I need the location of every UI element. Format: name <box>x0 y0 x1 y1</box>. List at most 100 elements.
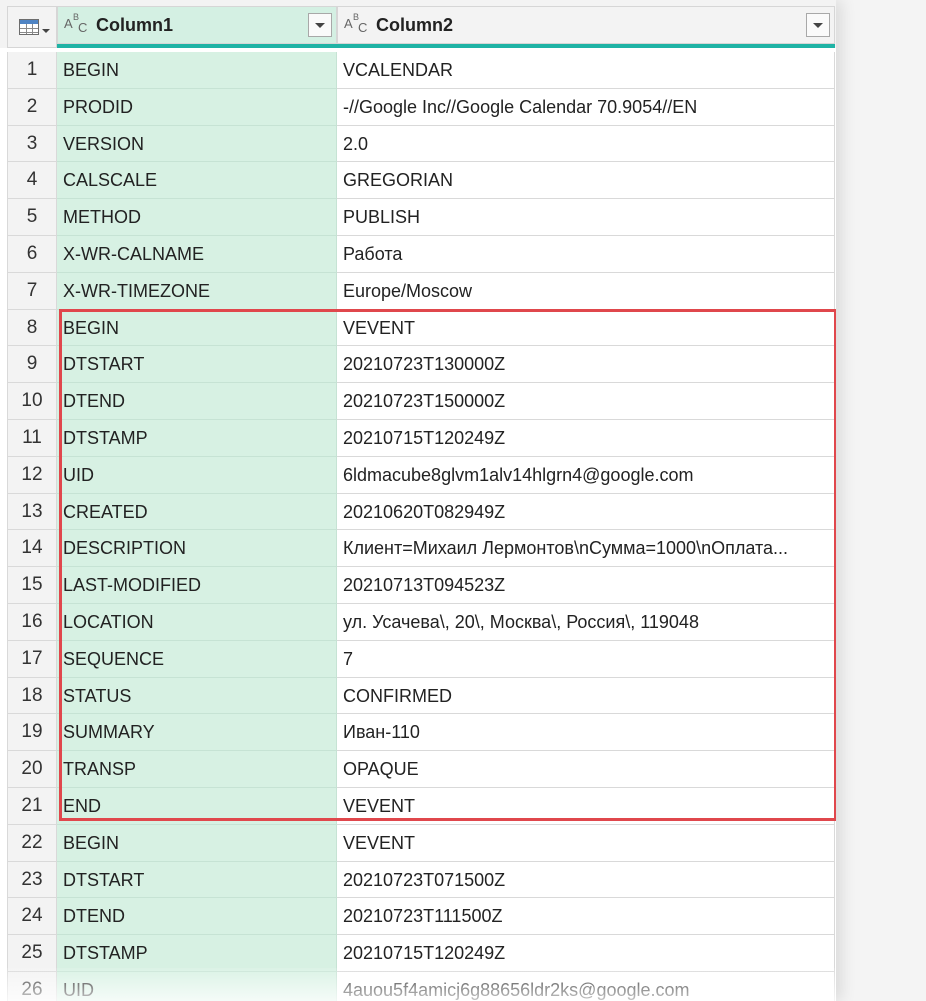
cell-column1[interactable]: STATUS <box>57 677 337 715</box>
cell-column1[interactable]: BEGIN <box>57 52 337 89</box>
table-row[interactable]: 20 TRANSP OPAQUE <box>0 751 836 788</box>
cell-column2[interactable]: 20210715T120249Z <box>337 419 835 457</box>
table-row[interactable]: 16 LOCATION ул. Усачева\, 20\, Москва\, Ро… <box>0 603 836 641</box>
row-number[interactable]: 13 <box>7 493 57 531</box>
row-number[interactable]: 2 <box>7 88 57 126</box>
row-number[interactable]: 3 <box>7 125 57 163</box>
table-row[interactable]: 4 CALSCALE GREGORIAN <box>0 162 836 200</box>
table-row[interactable]: 26 UID 4auou5f4amicj6g88656ldr2ks@google.c… <box>0 971 836 1001</box>
cell-column2[interactable]: -//Google Inc//Google Calendar 70.9054//… <box>337 88 835 126</box>
row-number[interactable]: 10 <box>7 383 57 420</box>
cell-column2[interactable]: 20210620T082949Z <box>337 493 835 531</box>
cell-column1[interactable]: X-WR-CALNAME <box>57 235 337 273</box>
row-number[interactable]: 11 <box>7 419 57 457</box>
row-number[interactable]: 21 <box>7 787 57 825</box>
table-row[interactable]: 11 DTSTAMP 20210715T120249Z <box>0 419 836 457</box>
table-row[interactable]: 18 STATUS CONFIRMED <box>0 677 836 715</box>
cell-column2[interactable]: PUBLISH <box>337 199 835 236</box>
cell-column1[interactable]: SUMMARY <box>57 714 337 752</box>
cell-column1[interactable]: DTSTART <box>57 346 337 384</box>
cell-column2[interactable]: VCALENDAR <box>337 52 835 89</box>
cell-column1[interactable]: DESCRIPTION <box>57 530 337 568</box>
cell-column2[interactable]: 2.0 <box>337 125 835 163</box>
cell-column1[interactable]: BEGIN <box>57 824 337 862</box>
cell-column1[interactable]: BEGIN <box>57 309 337 347</box>
cell-column2[interactable]: VEVENT <box>337 787 835 825</box>
cell-column1[interactable]: METHOD <box>57 199 337 236</box>
row-number[interactable]: 19 <box>7 714 57 752</box>
cell-column2[interactable]: OPAQUE <box>337 751 835 788</box>
table-row[interactable]: 2 PRODID -//Google Inc//Google Calendar 70… <box>0 88 836 126</box>
cell-column2[interactable]: VEVENT <box>337 309 835 347</box>
row-number[interactable]: 26 <box>7 971 57 1001</box>
table-options-button[interactable] <box>7 6 57 48</box>
row-number[interactable]: 6 <box>7 235 57 273</box>
cell-column1[interactable]: X-WR-TIMEZONE <box>57 272 337 310</box>
table-row[interactable]: 23 DTSTART 20210723T071500Z <box>0 861 836 899</box>
column-header-column1[interactable]: ABC Column1 <box>57 6 337 44</box>
row-number[interactable]: 20 <box>7 751 57 788</box>
text-type-icon[interactable]: ABC <box>64 12 92 37</box>
text-type-icon[interactable]: ABC <box>344 12 372 37</box>
cell-column2[interactable]: Иван-110 <box>337 714 835 752</box>
row-number[interactable]: 1 <box>7 52 57 89</box>
row-number[interactable]: 8 <box>7 309 57 347</box>
cell-column2[interactable]: Работа <box>337 235 835 273</box>
column-header-column2[interactable]: ABC Column2 <box>337 6 835 44</box>
cell-column2[interactable]: 7 <box>337 640 835 678</box>
row-number[interactable]: 24 <box>7 898 57 936</box>
cell-column1[interactable]: DTSTAMP <box>57 419 337 457</box>
cell-column2[interactable]: 20210715T120249Z <box>337 935 835 972</box>
cell-column1[interactable]: DTSTAMP <box>57 935 337 972</box>
cell-column2[interactable]: 4auou5f4amicj6g88656ldr2ks@google.com <box>337 971 835 1001</box>
table-row[interactable]: 17 SEQUENCE 7 <box>0 640 836 678</box>
cell-column1[interactable]: VERSION <box>57 125 337 163</box>
cell-column1[interactable]: TRANSP <box>57 751 337 788</box>
cell-column2[interactable]: ул. Усачева\, 20\, Москва\, Россия\, 119… <box>337 603 835 641</box>
table-row[interactable]: 25 DTSTAMP 20210715T120249Z <box>0 935 836 972</box>
row-number[interactable]: 22 <box>7 824 57 862</box>
cell-column2[interactable]: 20210723T150000Z <box>337 383 835 420</box>
row-number[interactable]: 5 <box>7 199 57 236</box>
cell-column2[interactable]: 20210713T094523Z <box>337 567 835 604</box>
cell-column1[interactable]: LAST-MODIFIED <box>57 567 337 604</box>
row-number[interactable]: 4 <box>7 162 57 200</box>
cell-column2[interactable]: 6ldmacube8glvm1alv14hlgrn4@google.com <box>337 456 835 494</box>
row-number[interactable]: 15 <box>7 567 57 604</box>
table-row[interactable]: 6 X-WR-CALNAME Работа <box>0 235 836 273</box>
cell-column1[interactable]: SEQUENCE <box>57 640 337 678</box>
table-row[interactable]: 5 METHOD PUBLISH <box>0 199 836 236</box>
row-number[interactable]: 25 <box>7 935 57 972</box>
cell-column1[interactable]: CREATED <box>57 493 337 531</box>
row-number[interactable]: 16 <box>7 603 57 641</box>
cell-column2[interactable]: Клиент=Михаил Лермонтов\nСумма=1000\nОпл… <box>337 530 835 568</box>
cell-column2[interactable]: VEVENT <box>337 824 835 862</box>
cell-column2[interactable]: 20210723T071500Z <box>337 861 835 899</box>
table-row[interactable]: 3 VERSION 2.0 <box>0 125 836 163</box>
row-number[interactable]: 12 <box>7 456 57 494</box>
table-row[interactable]: 10 DTEND 20210723T150000Z <box>0 383 836 420</box>
table-row[interactable]: 1 BEGIN VCALENDAR <box>0 52 836 89</box>
table-row[interactable]: 22 BEGIN VEVENT <box>0 824 836 862</box>
row-number[interactable]: 23 <box>7 861 57 899</box>
cell-column2[interactable]: GREGORIAN <box>337 162 835 200</box>
table-row[interactable]: 13 CREATED 20210620T082949Z <box>0 493 836 531</box>
table-row[interactable]: 24 DTEND 20210723T111500Z <box>0 898 836 936</box>
cell-column1[interactable]: DTEND <box>57 383 337 420</box>
row-number[interactable]: 7 <box>7 272 57 310</box>
row-number[interactable]: 14 <box>7 530 57 568</box>
cell-column1[interactable]: PRODID <box>57 88 337 126</box>
cell-column1[interactable]: CALSCALE <box>57 162 337 200</box>
cell-column1[interactable]: UID <box>57 456 337 494</box>
cell-column1[interactable]: DTEND <box>57 898 337 936</box>
cell-column2[interactable]: Europe/Moscow <box>337 272 835 310</box>
cell-column2[interactable]: 20210723T130000Z <box>337 346 835 384</box>
cell-column1[interactable]: LOCATION <box>57 603 337 641</box>
table-row[interactable]: 8 BEGIN VEVENT <box>0 309 836 347</box>
row-number[interactable]: 18 <box>7 677 57 715</box>
cell-column1[interactable]: UID <box>57 971 337 1001</box>
table-row[interactable]: 14 DESCRIPTION Клиент=Михаил Лермонтов\nСу… <box>0 530 836 568</box>
table-row[interactable]: 9 DTSTART 20210723T130000Z <box>0 346 836 384</box>
row-number[interactable]: 17 <box>7 640 57 678</box>
row-number[interactable]: 9 <box>7 346 57 384</box>
